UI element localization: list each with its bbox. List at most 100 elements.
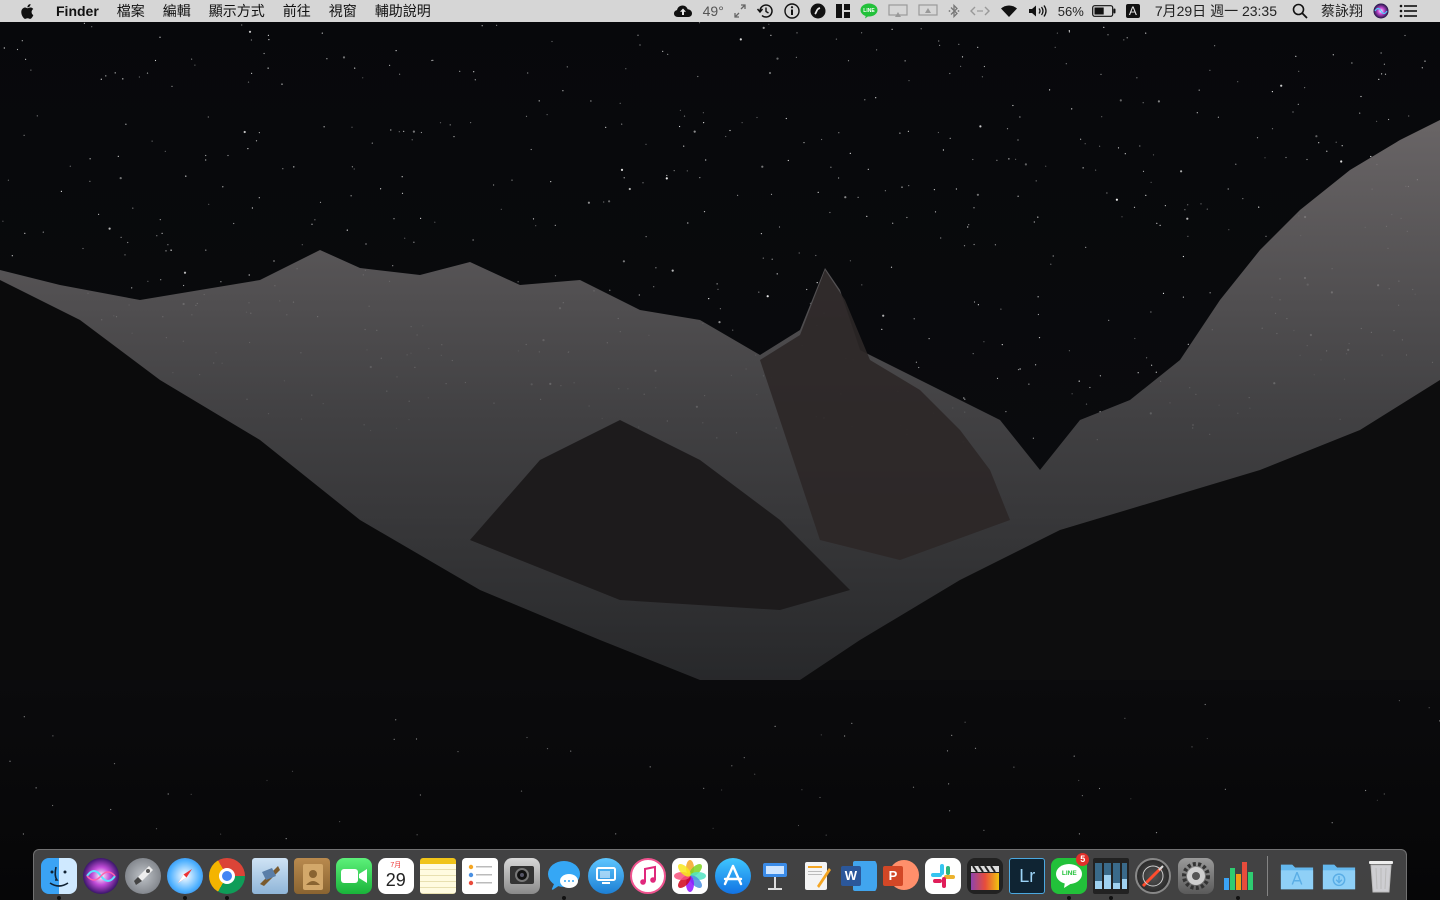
notification-center-icon[interactable] [1399, 0, 1417, 22]
clock[interactable]: 7月29日 週一 23:35 [1155, 0, 1277, 22]
star [766, 295, 769, 298]
dock-powerpoint[interactable]: P [881, 856, 921, 896]
dock-system-preferences[interactable] [1176, 856, 1216, 896]
line-status-icon[interactable]: LINE [860, 0, 878, 22]
dock-numbers[interactable] [1218, 856, 1258, 900]
star [890, 266, 893, 268]
weather-temperature[interactable]: 49° [703, 0, 724, 22]
user-name[interactable]: 蔡詠翔 [1321, 0, 1363, 22]
star [798, 252, 800, 254]
dock-siri[interactable] [81, 856, 121, 896]
star [1214, 45, 1216, 47]
info-icon[interactable] [784, 0, 800, 22]
cloud-upload-icon[interactable] [673, 0, 693, 22]
star [1037, 313, 1039, 316]
star [973, 207, 975, 209]
app-circle-icon[interactable] [810, 0, 826, 22]
star [474, 79, 476, 81]
dock-screen-sharing[interactable] [586, 856, 626, 896]
menu-file[interactable]: 檔案 [108, 0, 154, 22]
dock-instruments[interactable] [1133, 856, 1173, 896]
star [891, 28, 893, 30]
dock-trash[interactable] [1361, 856, 1401, 896]
star [117, 155, 119, 157]
star [771, 258, 773, 260]
star [319, 201, 322, 203]
dock-keynote[interactable] [755, 856, 795, 896]
siri-icon[interactable] [1373, 0, 1389, 22]
dock-monitor[interactable] [1091, 856, 1131, 900]
menu-edit[interactable]: 編輯 [154, 0, 200, 22]
star-reflection [190, 793, 192, 796]
apple-menu-icon[interactable] [19, 2, 35, 20]
star [847, 60, 850, 62]
wifi-icon[interactable] [1000, 0, 1018, 22]
dock-reminders[interactable] [460, 856, 500, 896]
dock-facetime[interactable] [334, 856, 374, 896]
menu-go[interactable]: 前往 [274, 0, 320, 22]
star [737, 194, 739, 196]
dock-downloads-stack[interactable] [1319, 856, 1359, 896]
dock-final-cut[interactable] [965, 856, 1005, 896]
star [138, 76, 140, 78]
battery-percentage[interactable]: 56% [1058, 0, 1084, 22]
notification-badge: 5 [1076, 853, 1090, 866]
dock-photo-booth[interactable] [502, 856, 542, 896]
spotlight-icon[interactable] [1292, 0, 1308, 22]
star [906, 216, 908, 219]
star [1421, 67, 1423, 69]
running-indicator [562, 896, 567, 900]
star [1359, 112, 1361, 114]
dock-finder[interactable] [39, 856, 79, 900]
dock-itunes[interactable] [628, 856, 668, 896]
menu-app-finder[interactable]: Finder [47, 0, 108, 22]
star [1133, 206, 1136, 208]
airplay-display-icon[interactable] [888, 0, 908, 22]
code-icon[interactable] [969, 0, 990, 22]
dock-applications-stack[interactable] [1277, 856, 1317, 896]
dock-app-store[interactable] [713, 856, 753, 896]
dock-lightroom[interactable]: Lr [1007, 856, 1047, 896]
star [645, 143, 647, 145]
dock-pages[interactable] [797, 856, 837, 896]
dock-launchpad[interactable] [123, 856, 163, 896]
dock-chrome[interactable] [207, 856, 247, 900]
star [963, 397, 965, 399]
time-machine-icon[interactable] [756, 0, 774, 22]
star [683, 115, 686, 117]
menu-view[interactable]: 顯示方式 [200, 0, 274, 22]
star [1099, 375, 1101, 377]
battery-icon[interactable] [1091, 0, 1116, 22]
dock-slack[interactable] [923, 856, 963, 896]
star [1126, 37, 1128, 39]
star [942, 149, 945, 151]
menu-help[interactable]: 輔助說明 [366, 0, 440, 22]
dock-calendar[interactable]: 7月 29 [376, 856, 416, 896]
star [849, 152, 851, 154]
dock-line[interactable]: LINE 5 [1049, 853, 1090, 900]
bluetooth-icon[interactable] [948, 0, 960, 22]
dock-messages[interactable] [544, 856, 584, 900]
dock-safari[interactable] [165, 856, 205, 900]
input-source-icon[interactable]: A [1125, 0, 1140, 22]
volume-icon[interactable] [1028, 0, 1048, 22]
star [207, 116, 209, 118]
dock-mail[interactable] [250, 856, 290, 896]
dock-word[interactable]: W [839, 856, 879, 896]
star [165, 250, 167, 252]
resize-icon[interactable] [734, 0, 746, 22]
star [1037, 296, 1039, 298]
downloads-folder-icon [1321, 858, 1357, 894]
dock-photos[interactable] [670, 856, 710, 896]
dock-notes[interactable] [418, 856, 458, 896]
star [867, 168, 869, 170]
dock-contacts[interactable] [292, 856, 332, 896]
tiles-icon[interactable] [835, 0, 850, 22]
star [36, 115, 38, 117]
star [758, 291, 760, 293]
star-reflection [946, 750, 949, 752]
star-reflection [1383, 793, 1385, 795]
airplay-display-2-icon[interactable] [918, 0, 938, 22]
star [220, 281, 222, 283]
menu-window[interactable]: 視窗 [320, 0, 366, 22]
